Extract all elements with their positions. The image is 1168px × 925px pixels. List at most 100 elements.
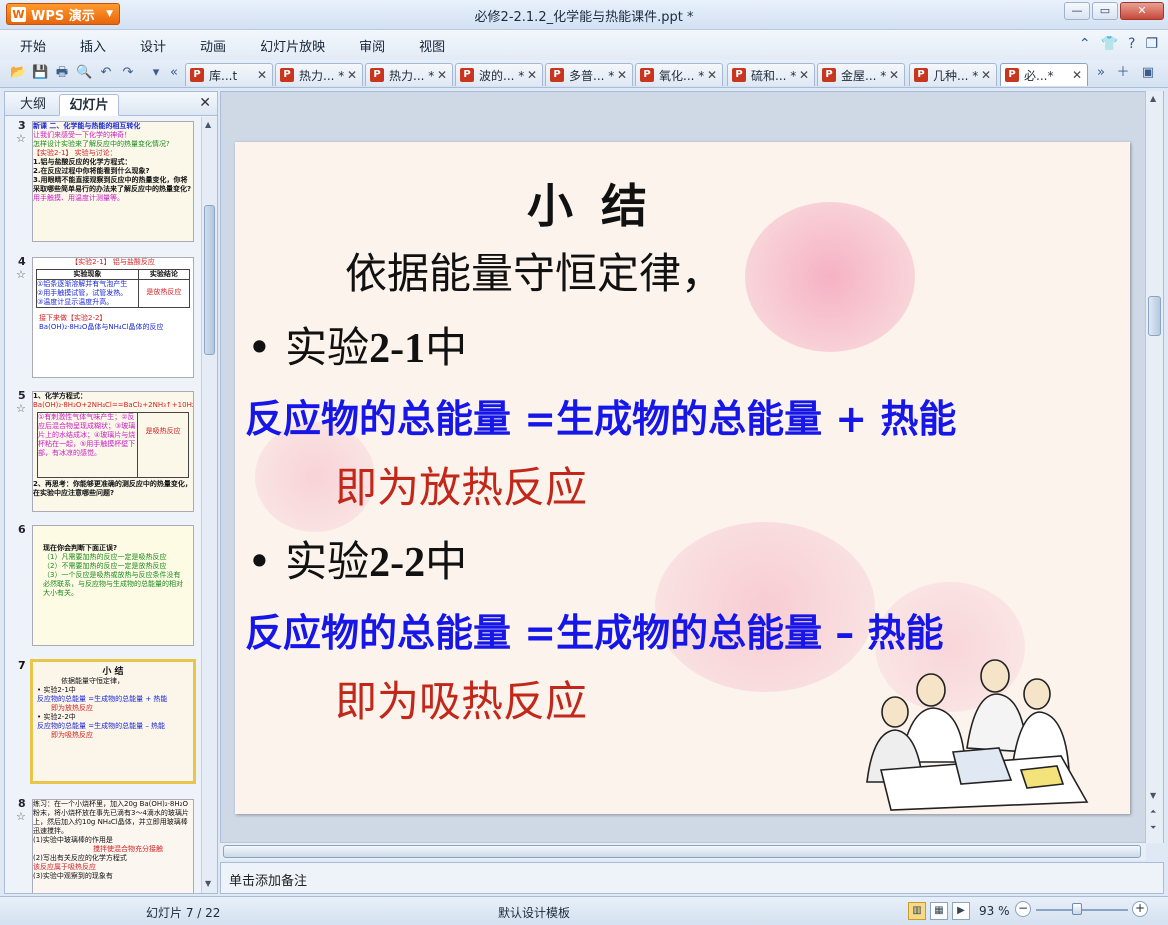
doc-tab-active[interactable]: P 必...* ✕ [1000,63,1088,86]
save-icon[interactable]: 💾 [32,65,48,81]
tab-outline[interactable]: 大纲 [11,94,55,116]
slide-thumbnail-7-selected[interactable]: 小 结 依据能量守恒定律， • 实验2-1中 反应物的总能量 =生成物的总能量 … [30,659,196,784]
menu-home[interactable]: 开始 [20,36,63,55]
doc-tab[interactable]: P 几种... * ✕ [909,63,997,86]
thumbnail-scrollbar[interactable]: ▲ ▼ [201,117,217,893]
scroll-up-icon[interactable]: ▲ [1150,94,1156,103]
close-tab-icon[interactable]: ✕ [706,68,718,82]
ppt-file-icon: P [460,68,474,82]
animation-star-icon: ☆ [16,132,26,145]
new-tab-icon[interactable]: ＋ [1115,65,1131,81]
maximize-icon[interactable]: ▭ [1092,2,1118,20]
undo-icon[interactable]: ↶ [98,65,114,81]
minimize-icon[interactable]: — [1064,2,1090,20]
zoom-slider-knob[interactable] [1072,903,1082,915]
close-tab-icon[interactable]: ✕ [798,68,810,82]
flower-petal [745,202,915,352]
normal-view-icon[interactable]: ▥ [908,902,926,920]
scroll-thumb[interactable] [1148,296,1161,336]
notes-placeholder[interactable]: 单击添加备注 [229,870,307,889]
doc-tab[interactable]: P 波的... * ✕ [455,63,543,86]
ppt-file-icon: P [732,68,746,82]
scroll-thumb[interactable] [223,845,1141,858]
tab-scroll-left-icon[interactable]: « [166,65,182,81]
scroll-thumb[interactable] [204,205,215,355]
slide-title[interactable]: 小 结 [527,170,653,236]
scroll-down-icon[interactable]: ▼ [205,879,211,888]
prev-slide-icon[interactable]: ⏶ [1150,807,1156,817]
current-slide[interactable]: 小 结 依据能量守恒定律， • 实验2-1中 反应物的总能量 =生成物的总能量 … [235,142,1130,814]
doc-tab[interactable]: P 氧化... * ✕ [635,63,723,86]
zoom-out-icon[interactable]: − [1015,901,1031,917]
menu-review[interactable]: 审阅 [359,36,402,55]
slide-bullet[interactable]: • 实验2-2中 [247,528,467,589]
slide-counter: 幻灯片 7 / 22 [146,906,221,920]
next-slide-icon[interactable]: ⏷ [1150,823,1156,833]
doc-tab[interactable]: P 库...t ✕ [185,63,273,86]
slide-thumbnail-8[interactable]: 练习：在一个小烧杯里，加入20g Ba(OH)₂·8H₂O粉末，将小烧杯放在事先… [32,799,194,893]
skin-shirt-icon[interactable]: 👕 [1101,36,1118,52]
slide-number: 3 [18,119,26,132]
doc-tab[interactable]: P 硫和... * ✕ [727,63,815,86]
slide-thumbnail-5[interactable]: 1、化学方程式： Ba(OH)₂·8H₂O+2NH₄Cl==BaCl₂+2NH₃… [32,391,194,512]
slide-result[interactable]: 即为吸热反应 [335,668,587,729]
slideshow-icon[interactable]: ▶ [952,902,970,920]
close-tab-icon[interactable]: ✕ [888,68,900,82]
slide-sorter-icon[interactable]: ▦ [930,902,948,920]
close-tab-icon[interactable]: ✕ [1071,68,1083,82]
close-pane-icon[interactable]: ✕ [199,95,211,111]
status-bar: 幻灯片 7 / 22 默认设计模板 ▥ ▦ ▶ 93 % − + [0,896,1168,925]
slide-thumbnail-6[interactable]: 现在你会判断下面正误? （1）凡需要加热的反应一定是吸热反应 （2）不需要加热的… [32,525,194,646]
restore-small-icon[interactable]: ❐ [1145,36,1158,52]
slide-vertical-scrollbar[interactable]: ▲ ▼ ⏶ ⏷ [1145,91,1163,843]
menu-view[interactable]: 视图 [419,36,462,55]
slide-thumbnail-4[interactable]: 【实验2-1】 铝与盐酸反应 实验现象 实验结论 ①铝条逐渐溶解并有气泡产生 ②… [32,257,194,378]
animation-star-icon: ☆ [16,402,26,415]
print-preview-icon[interactable]: 🔍 [76,65,92,81]
close-tab-icon[interactable]: ✕ [980,68,992,82]
close-tab-icon[interactable]: ✕ [256,68,268,82]
print-icon[interactable]: 🖶 [54,65,70,81]
scroll-up-icon[interactable]: ▲ [205,120,211,129]
open-folder-icon[interactable]: 📂 [10,65,26,81]
close-icon[interactable]: ✕ [1120,2,1164,20]
close-tab-icon[interactable]: ✕ [526,68,538,82]
close-tab-icon[interactable]: ✕ [616,68,628,82]
slide-equation[interactable]: 反应物的总能量 =生成物的总能量 – 热能 [245,602,944,657]
ppt-file-icon: P [914,68,928,82]
toolbar-dropdown-icon[interactable]: ▾ [148,65,164,81]
document-tab-bar: 📂 💾 🖶 🔍 ↶ ↷ ▾ « P 库...t ✕ P 热力... * ✕ P 热力...… [0,60,1168,88]
doc-tab[interactable]: P 热力... * ✕ [365,63,453,86]
notes-pane[interactable]: 单击添加备注 [220,862,1164,894]
slide-thumbnail-3[interactable]: 新课 二、化学能与热能的相互转化 让我们来感受一下化学的神奇！ 怎样设计实验来了… [32,121,194,242]
zoom-in-icon[interactable]: + [1132,901,1148,917]
slide-result[interactable]: 即为放热反应 [335,454,587,515]
window-title: 必修2-2.1.2_化学能与热能课件.ppt * [474,10,694,25]
menu-design[interactable]: 设计 [140,36,183,55]
slide-bullet[interactable]: • 实验2-1中 [247,314,467,375]
chevron-up-icon[interactable]: ⌃ [1079,36,1091,52]
ppt-file-icon: P [1005,68,1019,82]
scroll-down-icon[interactable]: ▼ [1150,791,1156,800]
menu-animation[interactable]: 动画 [200,36,243,55]
zoom-slider-track[interactable] [1036,909,1128,911]
doc-tab[interactable]: P 金屋... * ✕ [817,63,905,86]
slide-navigator-pane: 大纲 幻灯片 ✕ 3 ☆ 新课 二、化学能与热能的相互转化 让我们来感受一下化学… [4,91,218,894]
menu-insert[interactable]: 插入 [80,36,123,55]
close-tab-icon[interactable]: ✕ [436,68,448,82]
slide-equation[interactable]: 反应物的总能量 =生成物的总能量 + 热能 [245,388,956,443]
slide-line[interactable]: 依据能量守恒定律， [345,240,723,301]
tab-scroll-right-icon[interactable]: » [1093,65,1109,81]
slide-number: 6 [18,523,26,536]
doc-tab[interactable]: P 多普... * ✕ [545,63,633,86]
menu-slideshow[interactable]: 幻灯片放映 [260,36,342,55]
tab-list-icon[interactable]: ▣ [1140,65,1156,81]
slide-horizontal-scrollbar[interactable] [220,842,1146,860]
template-name[interactable]: 默认设计模板 [498,904,570,921]
ppt-file-icon: P [822,68,836,82]
help-icon[interactable]: ? [1128,36,1135,52]
tab-slides[interactable]: 幻灯片 [59,94,119,116]
close-tab-icon[interactable]: ✕ [346,68,358,82]
redo-icon[interactable]: ↷ [120,65,136,81]
doc-tab[interactable]: P 热力... * ✕ [275,63,363,86]
